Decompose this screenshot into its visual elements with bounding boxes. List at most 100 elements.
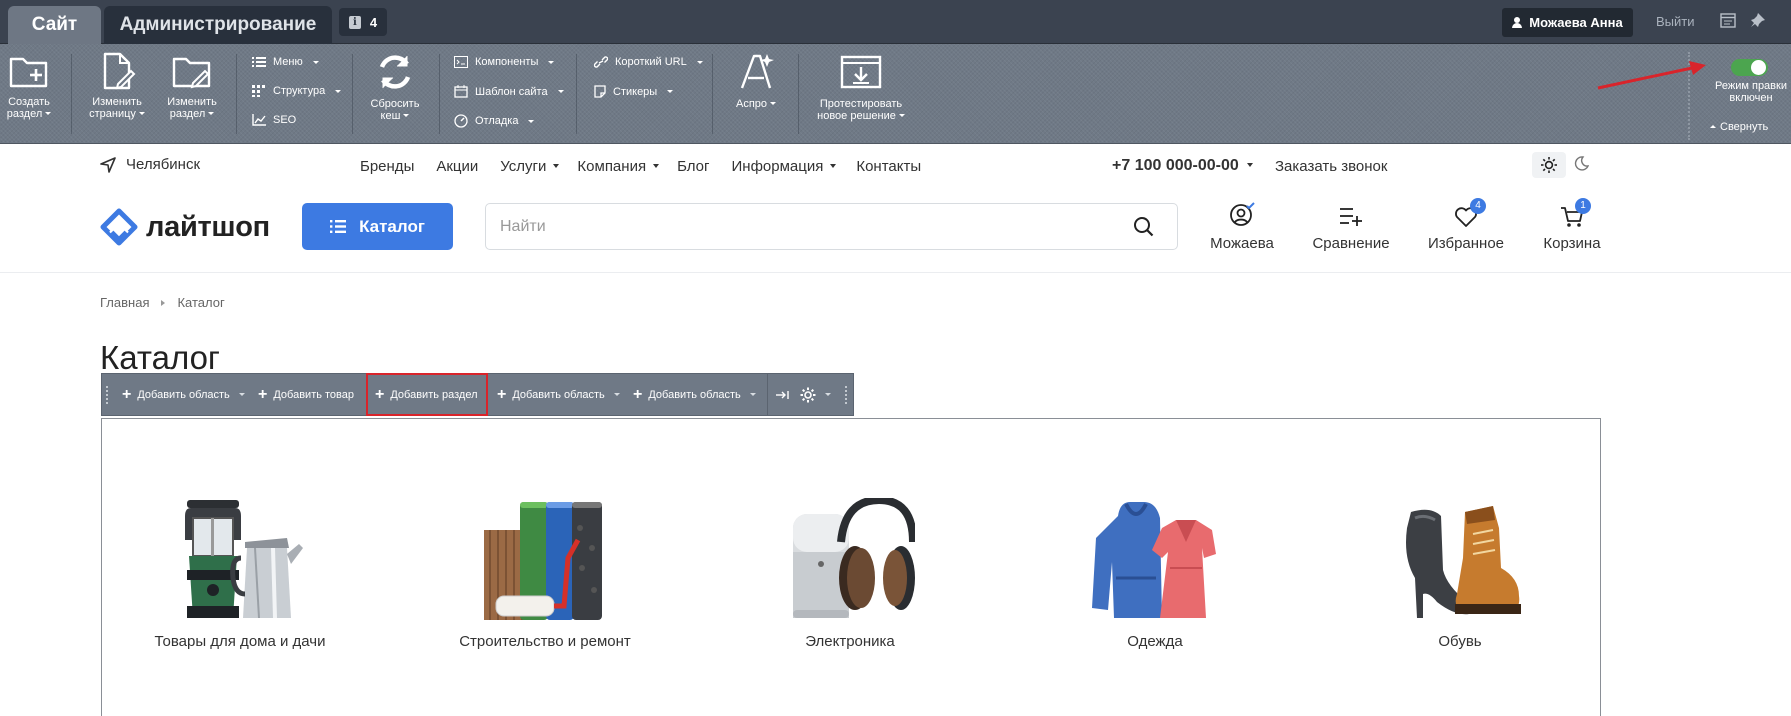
city-selector[interactable]: Челябинск [100,156,200,173]
menu-item-company[interactable]: Компания [577,158,660,175]
debug-button[interactable]: Отладка [454,114,535,128]
compare-list-icon [1340,208,1362,226]
refresh-icon [379,55,411,89]
aspro-logo-icon [740,54,774,89]
tab-administration[interactable]: Администрирование [104,6,332,44]
add-area-button-2[interactable]: + Добавить область [497,374,620,415]
chevron-down-icon [208,112,215,115]
favorites-badge: 4 [1470,198,1486,214]
pin-icon[interactable] [1750,13,1766,28]
structure-button[interactable]: Структура [252,85,342,97]
search-icon[interactable] [1133,216,1154,242]
info-icon: i [348,15,361,29]
profile-link[interactable]: Можаева [1204,202,1280,252]
main-menu: Бренды Акции Услуги Компания Блог Информ… [360,158,921,175]
edit-mode-toggle[interactable] [1731,59,1768,76]
chevron-down-icon [528,119,535,123]
category-construction[interactable]: Строительство и ремонт [435,498,655,650]
test-solution-label: Протестировать новое решение [817,98,903,122]
plus-icon: + [497,385,507,403]
browser-download-icon [840,55,882,89]
terminal-icon [454,56,468,68]
chevron-down-icon [825,393,831,396]
menu-item-info[interactable]: Информация [732,158,837,175]
settings-button[interactable] [800,374,831,415]
menu-item-services[interactable]: Услуги [500,158,560,175]
tab-site[interactable]: Сайт [8,6,101,44]
menu-item-contacts[interactable]: Контакты [856,158,921,175]
compare-link[interactable]: Сравнение [1310,202,1392,252]
breadcrumb: Главная Каталог [100,295,225,310]
cart-badge: 1 [1575,198,1591,214]
add-area-button-3[interactable]: + Добавить область [633,374,756,415]
favorites-label: Избранное [1427,235,1505,252]
edit-page-label: Изменить страницу [89,96,142,120]
cart-label: Корзина [1543,235,1601,252]
search-input[interactable] [500,204,1100,249]
test-solution-button[interactable]: Протестировать новое решение [808,50,914,122]
category-name: Строительство и ремонт [459,633,631,650]
catalog-button-label: Каталог [359,216,425,236]
debug-label: Отладка [475,115,519,127]
components-label: Компоненты [475,56,539,68]
add-area-button-1[interactable]: + Добавить область [122,374,245,415]
category-name: Товары для дома и дачи [154,633,326,650]
user-button[interactable]: Можаева Анна [1502,8,1633,37]
user-name: Можаева Анна [1529,15,1623,30]
catalog-button[interactable]: Каталог [302,203,453,250]
phone-number[interactable]: +7 100 000-00-00 [1112,157,1253,175]
admin-toolbar: Создать раздел Изменить страницу Изменит… [0,44,1791,144]
reset-cache-button[interactable]: Сбросить кеш [365,50,425,122]
moon-icon [1574,156,1590,171]
collapse-toolbar-button[interactable]: Свернуть [1710,121,1768,133]
notifications-button[interactable]: i 4 [339,8,387,36]
template-icon [454,85,468,98]
edit-page-button[interactable]: Изменить страницу [84,50,150,120]
search-box [485,203,1178,250]
profile-label: Можаева [1210,235,1274,252]
short-url-button[interactable]: Короткий URL [594,56,703,68]
category-home-garden[interactable]: Товары для дома и дачи [130,498,350,650]
menu-item-sales[interactable]: Акции [436,158,478,175]
logout-link[interactable]: Выйти [1656,14,1695,29]
favorites-link[interactable]: 4 Избранное [1424,198,1508,252]
plus-icon: + [122,385,132,403]
user-check-icon [1230,202,1255,226]
breadcrumb-separator-icon [161,299,166,306]
menu-button[interactable]: Меню [252,56,319,68]
category-shoes[interactable]: Обувь [1350,498,1570,650]
light-theme-button[interactable] [1532,152,1566,178]
drag-handle-icon[interactable] [106,386,110,404]
logo-text: лайтшоп [146,210,270,243]
gear-icon [800,387,816,402]
cart-link[interactable]: 1 Корзина [1540,198,1604,252]
menu-item-brands[interactable]: Бренды [360,158,414,175]
lantern-and-kettle-icon [185,500,303,619]
stickers-button[interactable]: Стикеры [594,85,674,98]
create-section-button[interactable]: Создать раздел [3,50,55,120]
category-clothing[interactable]: Одежда [1045,498,1265,650]
breadcrumb-home[interactable]: Главная [100,295,149,310]
category-name: Обувь [1438,633,1482,650]
chevron-down-icon [1246,163,1253,167]
menu-item-blog[interactable]: Блог [677,158,709,175]
seo-label: SEO [273,114,297,126]
header-divider [0,272,1791,273]
chevron-down-icon [830,164,837,168]
add-product-button[interactable]: + Добавить товар [258,374,354,415]
site-top-nav: Челябинск Бренды Акции Услуги Компания Б… [0,152,1791,180]
drag-handle-icon[interactable] [845,386,849,404]
window-icon[interactable] [1720,13,1736,28]
category-electronics[interactable]: Электроника [740,498,960,650]
seo-button[interactable]: SEO [252,114,296,126]
aspro-button[interactable]: Аспро [728,50,784,110]
site-logo[interactable]: лайтшоп [100,208,270,246]
divider [767,374,768,415]
callback-link[interactable]: Заказать звонок [1275,158,1387,175]
edit-section-button[interactable]: Изменить раздел [162,50,222,120]
dark-theme-button[interactable] [1574,156,1590,175]
chevron-down-icon [696,60,703,64]
pin-toolbar-button[interactable] [776,374,790,415]
components-button[interactable]: Компоненты [454,56,555,68]
site-template-button[interactable]: Шаблон сайта [454,85,564,98]
